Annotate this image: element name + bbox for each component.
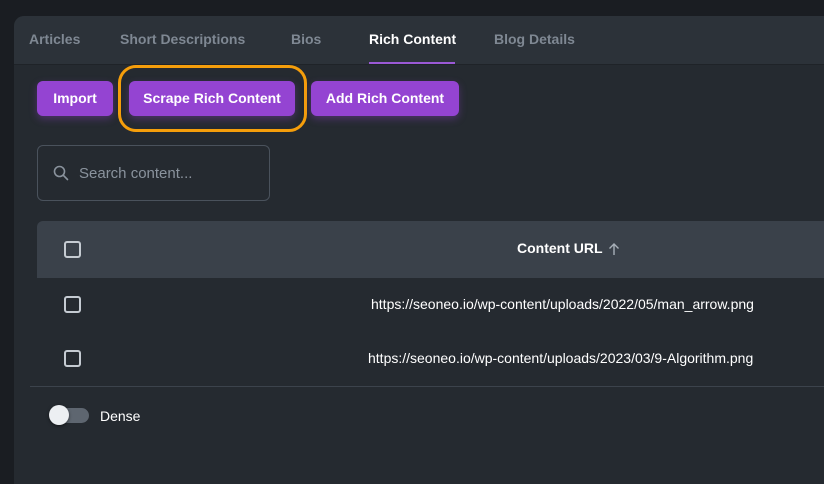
table-footer-divider [30,386,824,387]
active-tab-indicator [369,62,455,64]
content-url-cell: https://seoneo.io/wp-content/uploads/202… [371,296,754,312]
import-button[interactable]: Import [37,81,113,116]
dense-toggle-label: Dense [100,408,141,424]
add-rich-content-button[interactable]: Add Rich Content [311,81,459,116]
dense-toggle[interactable] [49,405,89,425]
search-box [37,145,270,201]
content-url-cell: https://seoneo.io/wp-content/uploads/202… [368,350,754,366]
main-panel: Articles Short Descriptions Bios Rich Co… [14,16,824,484]
tab-articles[interactable]: Articles [29,16,80,64]
toggle-knob [49,405,69,425]
row-checkbox[interactable] [64,296,81,313]
select-all-checkbox[interactable] [64,241,81,258]
tab-rich-content[interactable]: Rich Content [369,16,456,64]
search-input[interactable] [79,158,259,188]
table-row[interactable]: https://seoneo.io/wp-content/uploads/202… [37,278,824,332]
search-icon [53,165,69,181]
table-row[interactable]: https://seoneo.io/wp-content/uploads/202… [37,332,824,386]
row-checkbox[interactable] [64,350,81,367]
tab-bios[interactable]: Bios [291,16,321,64]
tab-short-descriptions[interactable]: Short Descriptions [120,16,245,64]
tab-blog-details[interactable]: Blog Details [494,16,575,64]
scrape-rich-content-button[interactable]: Scrape Rich Content [129,81,295,116]
tab-bar: Articles Short Descriptions Bios Rich Co… [14,16,824,65]
table-header: Content URL [37,221,824,278]
sort-ascending-icon[interactable] [607,242,621,256]
column-header-content-url[interactable]: Content URL [517,240,603,256]
